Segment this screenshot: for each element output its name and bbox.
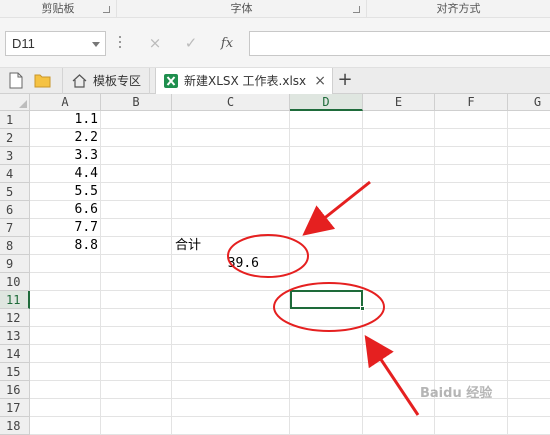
ribbon-group-alignment-label: 对齐方式 [436, 2, 481, 15]
close-icon[interactable]: × [314, 68, 326, 94]
watermark: Baidu 经验 [420, 386, 493, 401]
grid-line [30, 182, 550, 183]
row-header-12[interactable]: 12 [0, 309, 30, 327]
grid-line [507, 111, 508, 435]
tab-workbook[interactable]: 新建XLSX 工作表.xlsx × [155, 68, 333, 94]
grid-line [289, 111, 290, 435]
grid-line [30, 164, 550, 165]
grid-line [30, 344, 550, 345]
grid-line [30, 128, 550, 129]
ribbon-group-font: 字体 [117, 0, 367, 18]
row-header-3[interactable]: 3 [0, 147, 30, 165]
cell-a3[interactable]: 3.3 [30, 147, 101, 165]
row-header-1[interactable]: 1 [0, 111, 30, 129]
ribbon-group-font-label: 字体 [230, 2, 253, 15]
tab-workbook-label: 新建XLSX 工作表.xlsx [184, 74, 307, 88]
confirm-icon[interactable]: ✓ [177, 31, 205, 56]
ribbon-group-alignment: 对齐方式 [367, 0, 550, 18]
grid-line [30, 326, 550, 327]
row-header-18[interactable]: 18 [0, 417, 30, 435]
tab-template-zone-label: 模板专区 [93, 74, 142, 88]
grid-line [30, 218, 550, 219]
row-header-4[interactable]: 4 [0, 165, 30, 183]
row-header-2[interactable]: 2 [0, 129, 30, 147]
add-tab-button[interactable]: + [333, 68, 357, 94]
row-header-13[interactable]: 13 [0, 327, 30, 345]
column-header-c[interactable]: C [172, 94, 290, 111]
formula-input[interactable] [249, 31, 550, 56]
grid-line [30, 272, 550, 273]
row-header-9[interactable]: 9 [0, 255, 30, 273]
row-header-16[interactable]: 16 [0, 381, 30, 399]
cell-a6[interactable]: 6.6 [30, 201, 101, 219]
drag-handle-icon[interactable] [119, 36, 121, 50]
column-header-g[interactable]: G [508, 94, 550, 111]
grid-line [30, 146, 550, 147]
cancel-icon[interactable]: × [141, 31, 169, 56]
row-header-11[interactable]: 11 [0, 291, 30, 309]
row-header-14[interactable]: 14 [0, 345, 30, 363]
column-header-f[interactable]: F [435, 94, 508, 111]
cell-c9[interactable]: 39.6 [172, 255, 262, 273]
name-box[interactable]: D11 [5, 31, 106, 56]
column-header-e[interactable]: E [363, 94, 435, 111]
cell-a4[interactable]: 4.4 [30, 165, 101, 183]
row-header-17[interactable]: 17 [0, 399, 30, 417]
cell-a7[interactable]: 7.7 [30, 219, 101, 237]
dialog-launcher-icon[interactable] [353, 6, 360, 13]
column-header-a[interactable]: A [30, 94, 101, 111]
grid-line [30, 254, 550, 255]
fill-handle[interactable] [360, 306, 365, 311]
row-header-6[interactable]: 6 [0, 201, 30, 219]
ribbon-group-clipboard-label: 剪贴板 [41, 2, 75, 15]
formula-bar: D11 × ✓ fx [0, 18, 550, 68]
grid-line [30, 200, 550, 201]
grid-line [362, 111, 363, 435]
excel-file-icon [164, 74, 178, 88]
row-header-5[interactable]: 5 [0, 183, 30, 201]
cell-c8[interactable]: 合计 [172, 237, 290, 255]
grid-line [30, 362, 550, 363]
cell-a5[interactable]: 5.5 [30, 183, 101, 201]
cell-a1[interactable]: 1.1 [30, 111, 101, 129]
ribbon-group-bar: 剪贴板 字体 对齐方式 [0, 0, 550, 18]
row-header-8[interactable]: 8 [0, 237, 30, 255]
row-header-10[interactable]: 10 [0, 273, 30, 291]
active-cell-d11[interactable] [290, 290, 365, 311]
grid-line [30, 236, 550, 237]
row-header-7[interactable]: 7 [0, 219, 30, 237]
dialog-launcher-icon[interactable] [103, 6, 110, 13]
document-tab-bar: 模板专区 新建XLSX 工作表.xlsx × + [0, 68, 550, 94]
cell-a2[interactable]: 2.2 [30, 129, 101, 147]
name-box-value: D11 [12, 36, 35, 51]
grid-line [30, 416, 550, 417]
column-header-b[interactable]: B [101, 94, 172, 111]
chevron-down-icon[interactable] [92, 42, 100, 47]
folder-icon[interactable] [34, 72, 51, 88]
function-icon[interactable]: fx [213, 31, 241, 56]
grid-line [171, 111, 172, 435]
column-header-d[interactable]: D [290, 94, 363, 111]
select-all-button[interactable] [0, 94, 30, 111]
new-document-icon[interactable] [9, 72, 23, 89]
tab-template-zone[interactable]: 模板专区 [62, 68, 150, 94]
row-header-15[interactable]: 15 [0, 363, 30, 381]
home-icon [72, 74, 87, 88]
cell-a8[interactable]: 8.8 [30, 237, 101, 255]
grid-line [30, 380, 550, 381]
ribbon-group-clipboard: 剪贴板 [0, 0, 117, 18]
